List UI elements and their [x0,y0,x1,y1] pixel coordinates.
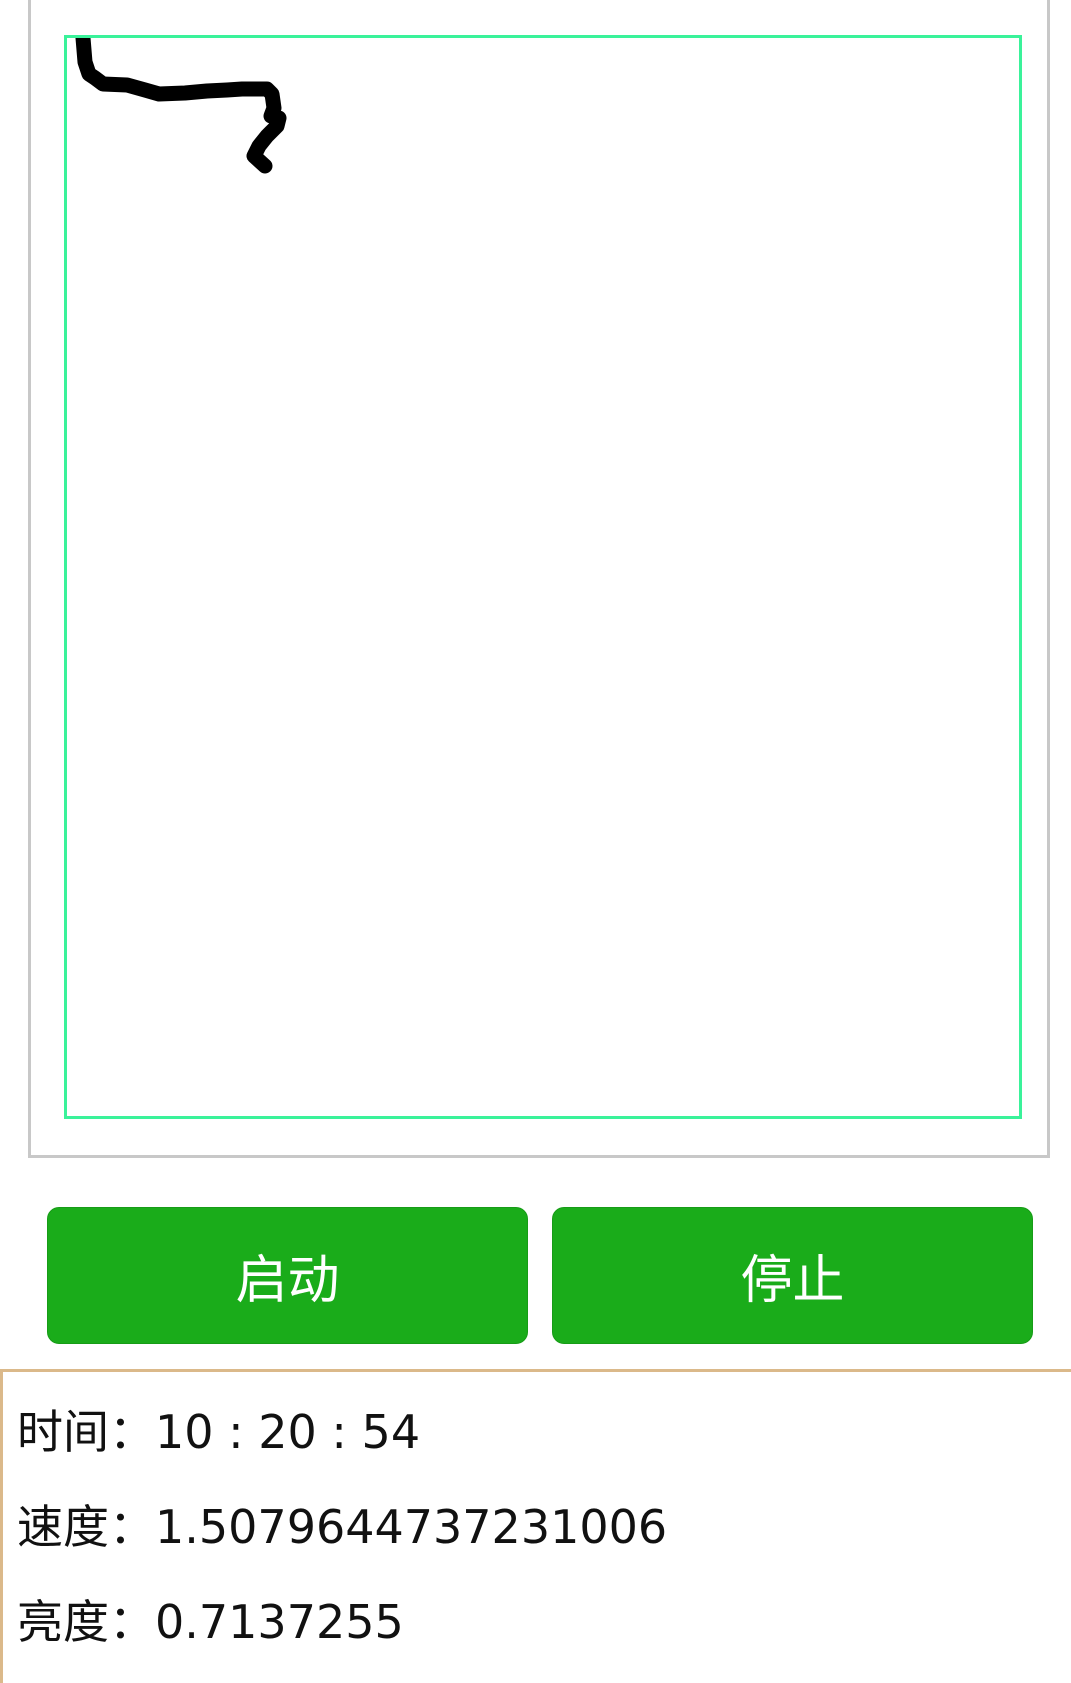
brightness-value: 0.7137255 [155,1595,404,1649]
time-row: 时间：10 : 20 : 54 [17,1402,420,1462]
time-label: 时间： [17,1405,155,1459]
info-panel: 时间：10 : 20 : 54 速度：1.5079644737231006 亮度… [0,1369,1071,1683]
brightness-label: 亮度： [17,1595,155,1649]
start-button[interactable]: 启动 [47,1207,528,1344]
stop-button[interactable]: 停止 [552,1207,1033,1344]
drawing-canvas[interactable] [64,35,1022,1119]
brightness-row: 亮度：0.7137255 [17,1592,404,1652]
time-value: 10 : 20 : 54 [155,1405,421,1459]
speed-value: 1.5079644737231006 [155,1500,668,1554]
page: 启动 停止 时间：10 : 20 : 54 速度：1.5079644737231… [0,0,1071,1683]
control-buttons: 启动 停止 [47,1207,1033,1344]
speed-row: 速度：1.5079644737231006 [17,1497,667,1557]
speed-label: 速度： [17,1500,155,1554]
drawn-path [75,38,287,174]
